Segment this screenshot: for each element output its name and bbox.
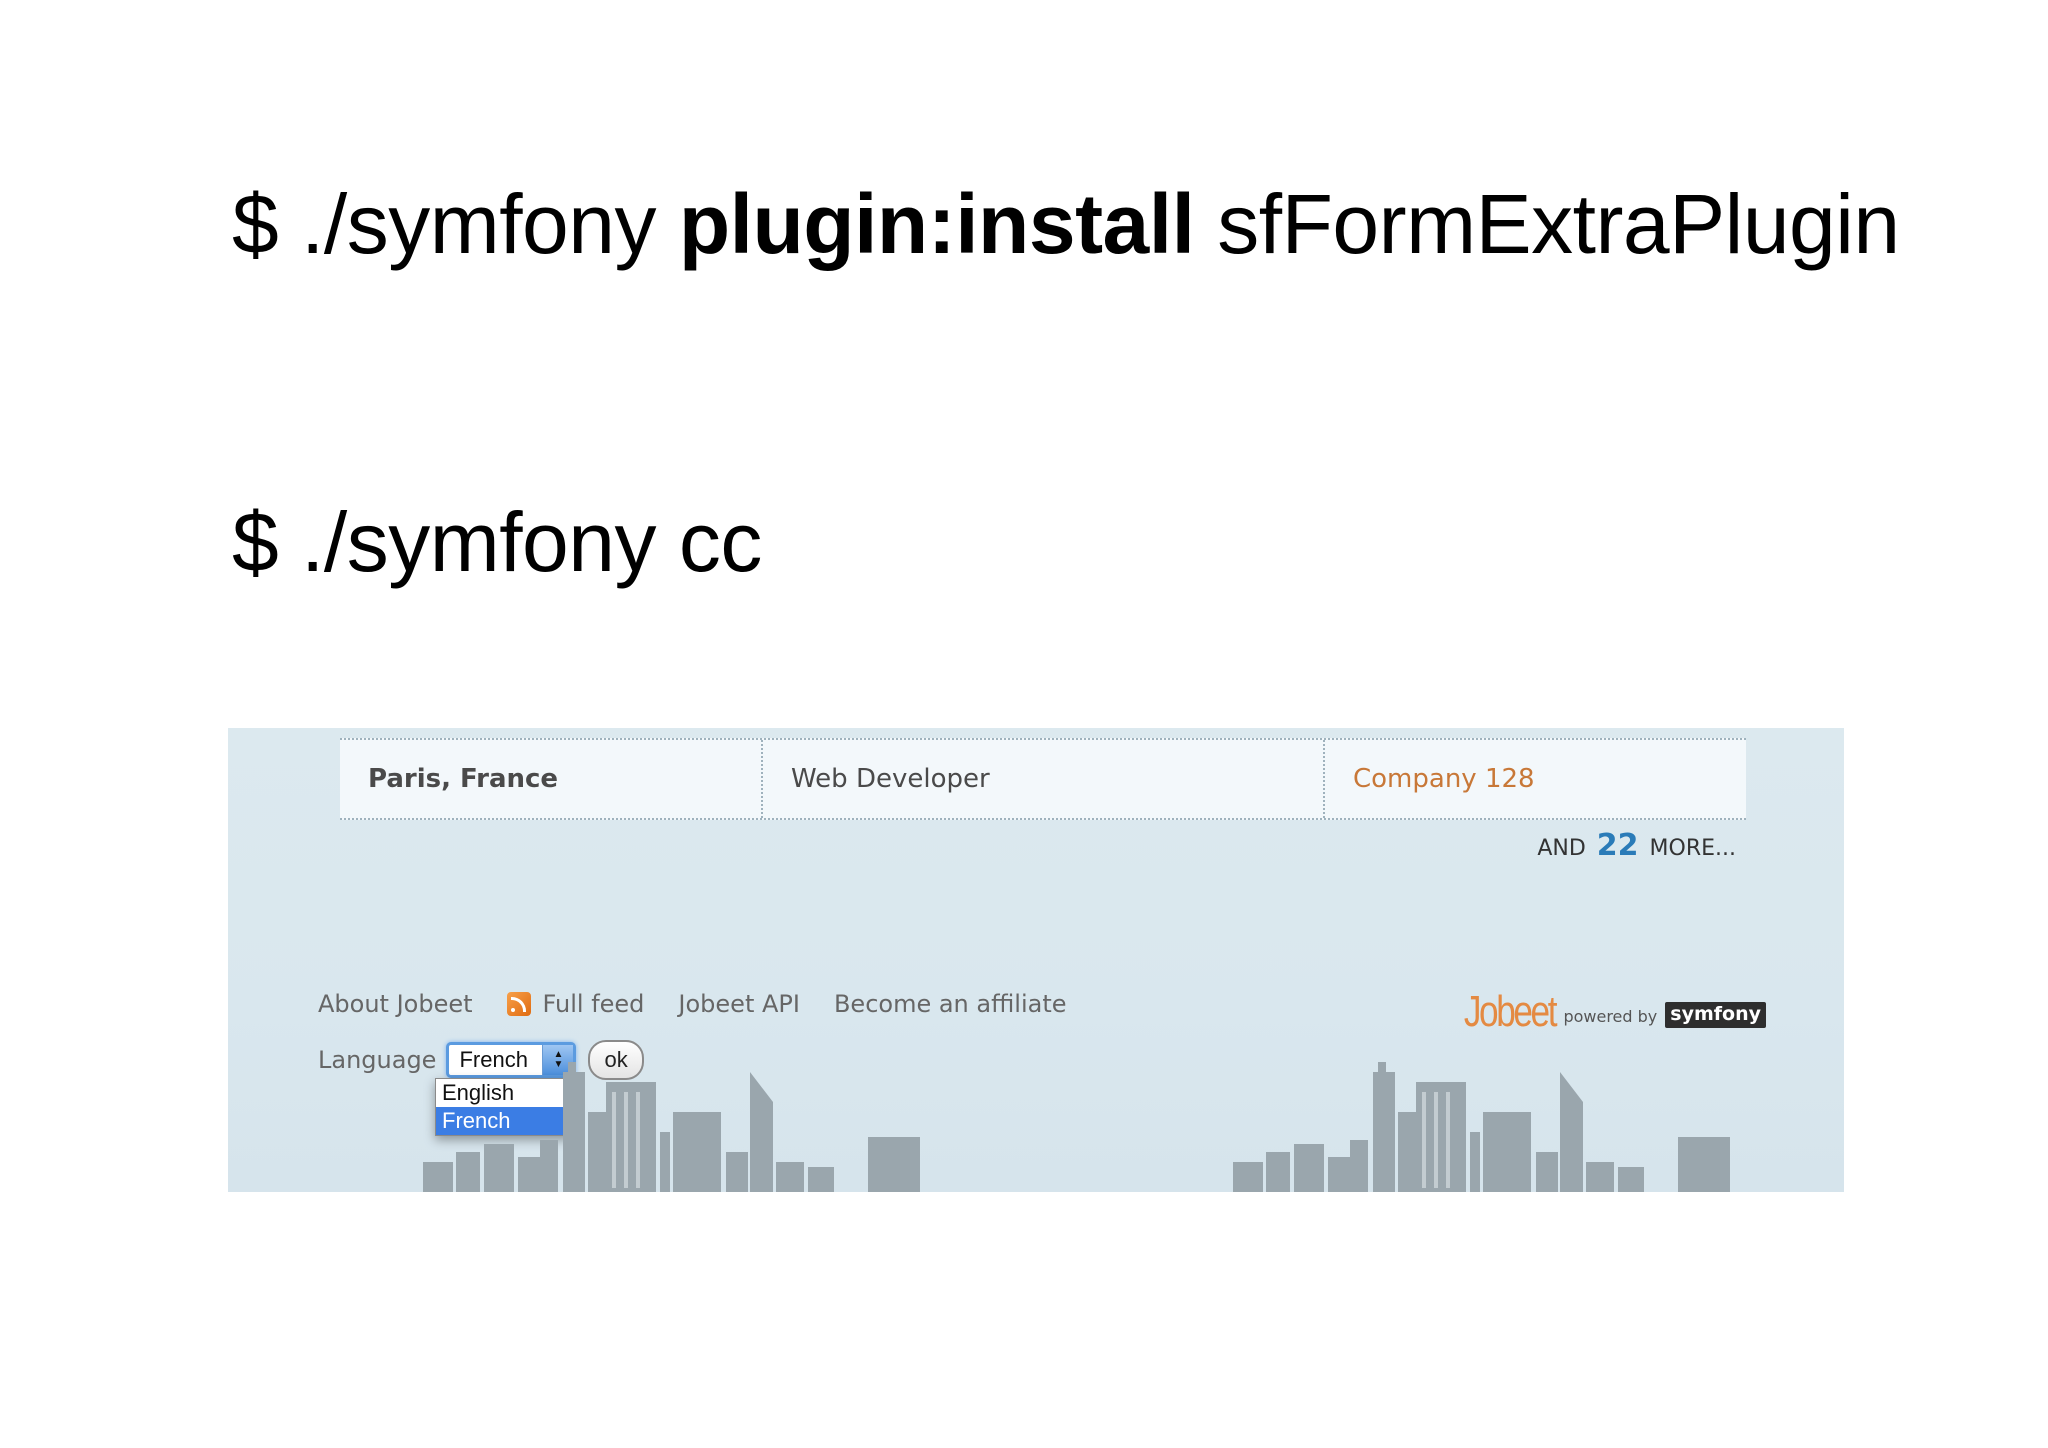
jobeet-logo[interactable]: Jobeet <box>1464 990 1558 1034</box>
job-row[interactable]: Paris, France Web Developer Company 128 <box>340 738 1746 820</box>
job-company: Company 128 <box>1323 740 1746 818</box>
rss-feed-icon <box>506 992 531 1016</box>
full-feed-link[interactable]: Full feed <box>506 990 645 1018</box>
more-suffix: more... <box>1649 836 1736 861</box>
jobeet-api-link[interactable]: Jobeet API <box>678 990 800 1018</box>
command-argument: sfFormExtraPlugin <box>1194 177 1900 271</box>
job-position-link[interactable]: Web Developer <box>761 740 1323 818</box>
footer-links: About Jobeet Full feed Jobeet API Become… <box>318 990 1101 1018</box>
about-jobeet-link[interactable]: About Jobeet <box>318 990 473 1018</box>
brand: Jobeet powered by symfony <box>1441 990 1766 1034</box>
slide: $ ./symfony plugin:install sfFormExtraPl… <box>0 0 2048 1448</box>
more-count: 22 <box>1596 828 1639 863</box>
jobeet-screenshot: Paris, France Web Developer Company 128 … <box>228 728 1844 1192</box>
command-clear-cache: $ ./symfony cc <box>232 495 762 589</box>
more-prefix: and <box>1537 836 1586 861</box>
full-feed-label: Full feed <box>542 990 645 1018</box>
powered-by-label: powered by <box>1563 1007 1658 1026</box>
symfony-logo[interactable]: symfony <box>1665 1002 1766 1028</box>
city-skyline-image <box>423 1062 1730 1192</box>
more-jobs-link[interactable]: and 22 more... <box>1537 828 1736 863</box>
command-install-plugin: $ ./symfony plugin:install sfFormExtraPl… <box>232 182 1900 266</box>
command-task: plugin:install <box>678 177 1195 271</box>
command-prefix: $ ./symfony <box>232 177 679 271</box>
become-affiliate-link[interactable]: Become an affiliate <box>834 990 1067 1018</box>
job-location: Paris, France <box>368 764 559 794</box>
